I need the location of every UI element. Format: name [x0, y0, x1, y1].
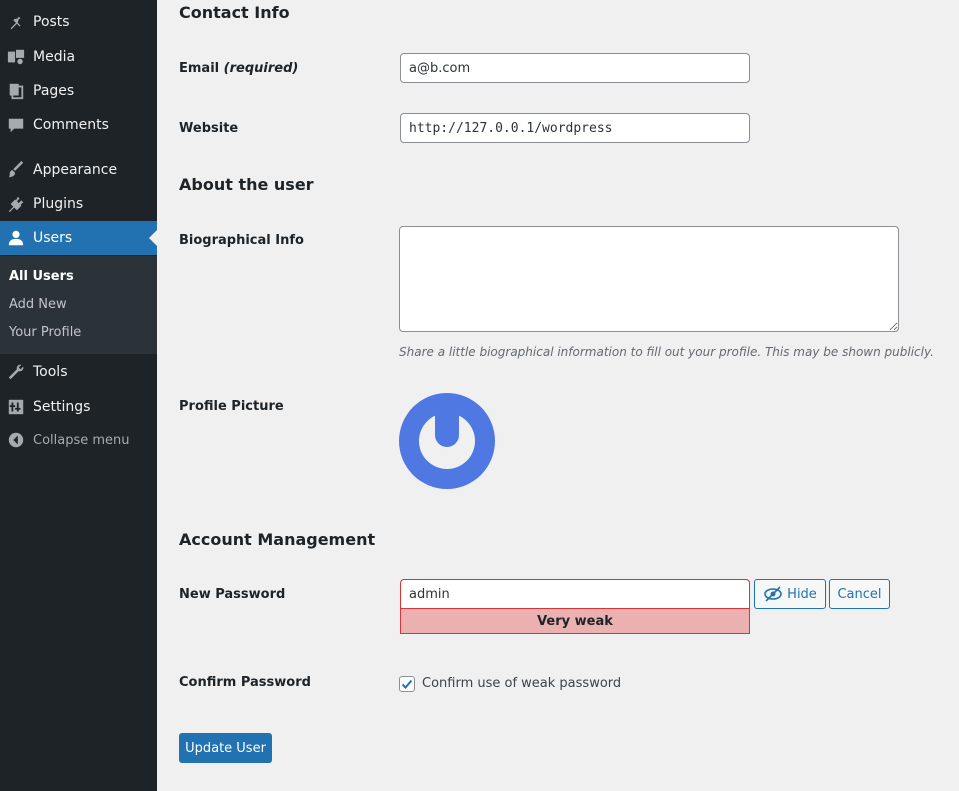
collapse-menu-button[interactable]: Collapse menu [0, 423, 157, 457]
profile-picture-label: Profile Picture [179, 399, 284, 414]
wrench-icon [6, 362, 26, 382]
menu-item-appearance[interactable]: Appearance [0, 153, 157, 187]
website-label: Website [179, 121, 239, 136]
admin-sidebar: Posts Media Pages Comments Appearance Pl… [0, 0, 157, 791]
update-user-button[interactable]: Update User [179, 733, 272, 763]
section-heading-contact: Contact Info [179, 3, 290, 22]
eye-slash-icon [764, 586, 782, 602]
menu-item-plugins[interactable]: Plugins [0, 187, 157, 221]
new-password-input[interactable]: admin [400, 579, 750, 609]
submenu-all-users[interactable]: All Users [9, 269, 74, 284]
menu-item-tools[interactable]: Tools [0, 355, 157, 389]
avatar [399, 393, 495, 489]
comment-icon [6, 115, 26, 135]
submenu-your-profile[interactable]: Your Profile [9, 325, 81, 340]
new-password-label: New Password [179, 587, 286, 602]
hide-label: Hide [787, 586, 817, 602]
bio-textarea[interactable] [399, 226, 899, 332]
menu-item-users[interactable]: Users [0, 221, 157, 255]
checkmark-icon [401, 679, 413, 689]
menu-label: Appearance [33, 162, 118, 178]
confirm-weak-checkbox[interactable] [399, 676, 415, 692]
cancel-password-button[interactable]: Cancel [829, 579, 890, 609]
menu-label: Plugins [33, 196, 84, 212]
section-heading-about: About the user [179, 175, 314, 194]
settings-icon [6, 397, 26, 417]
section-heading-account: Account Management [179, 530, 376, 549]
plug-icon [6, 194, 26, 214]
menu-label: Posts [33, 14, 70, 30]
bio-label: Biographical Info [179, 233, 304, 248]
password-value: admin [409, 586, 450, 602]
pin-icon [6, 12, 26, 32]
menu-label: Tools [33, 364, 68, 380]
menu-item-media[interactable]: Media [0, 40, 157, 74]
confirm-weak-text[interactable]: Confirm use of weak password [422, 676, 621, 691]
menu-label: Settings [33, 399, 91, 415]
password-strength-meter: Very weak [400, 608, 750, 634]
confirm-password-label: Confirm Password [179, 675, 311, 690]
collapse-icon [6, 430, 26, 450]
menu-item-posts[interactable]: Posts [0, 5, 157, 39]
email-required-note: (required) [223, 61, 299, 76]
submenu-add-new[interactable]: Add New [9, 297, 67, 312]
users-submenu: All Users Add New Your Profile [0, 256, 157, 354]
bio-description: Share a little biographical information … [399, 345, 934, 359]
menu-label: Media [33, 49, 76, 65]
paintbrush-icon [6, 160, 26, 180]
menu-label: Users [33, 230, 73, 246]
email-label: Email (required) [179, 61, 298, 76]
pages-icon [6, 81, 26, 101]
menu-label: Pages [33, 83, 75, 99]
email-field[interactable]: a@b.com [400, 53, 750, 83]
email-value: a@b.com [409, 60, 471, 76]
menu-item-pages[interactable]: Pages [0, 74, 157, 108]
gravatar-logo-icon [399, 393, 495, 489]
user-icon [6, 228, 26, 248]
website-field[interactable]: http://127.0.0.1/wordpress [400, 113, 750, 143]
menu-label: Comments [33, 117, 109, 133]
hide-password-button[interactable]: Hide [754, 579, 826, 609]
website-value: http://127.0.0.1/wordpress [409, 120, 613, 136]
media-icon [6, 47, 26, 67]
menu-item-comments[interactable]: Comments [0, 108, 157, 142]
menu-label: Collapse menu [33, 432, 130, 448]
menu-item-settings[interactable]: Settings [0, 390, 157, 424]
email-label-text: Email [179, 61, 220, 76]
